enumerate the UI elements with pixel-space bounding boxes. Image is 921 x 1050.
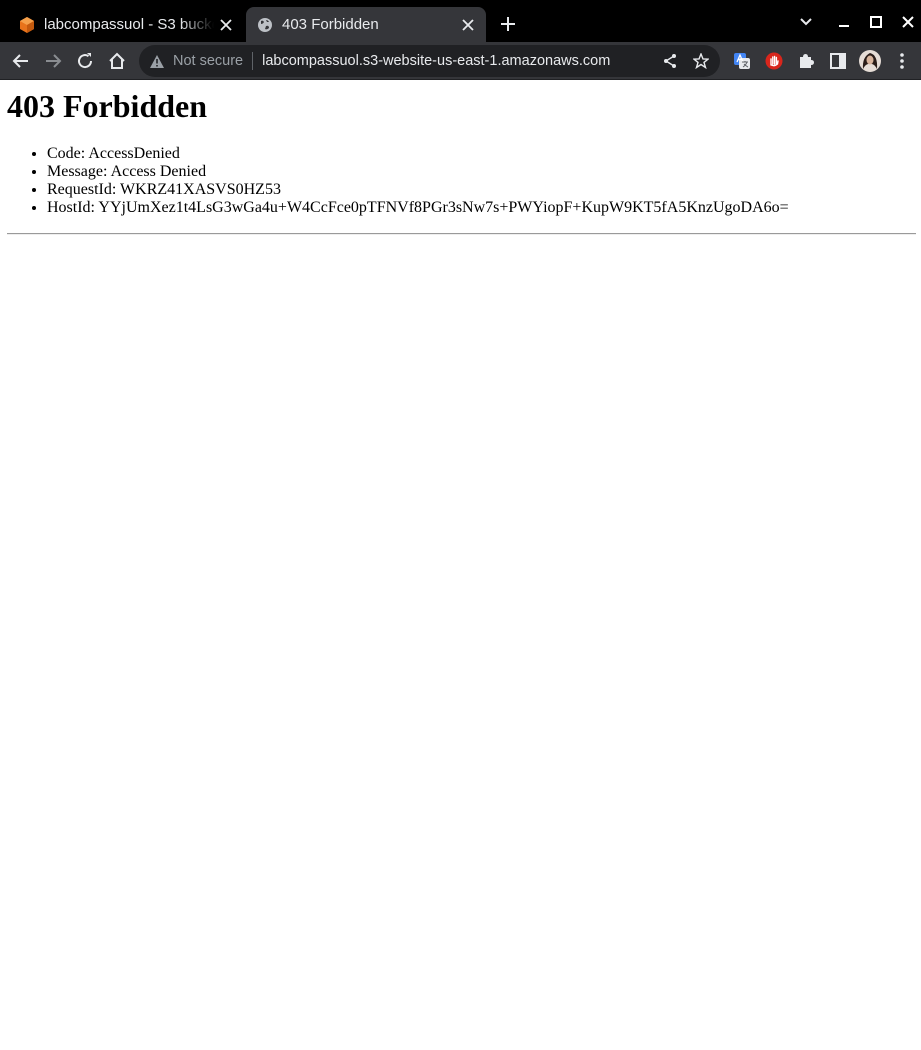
share-icon bbox=[664, 54, 676, 68]
divider bbox=[252, 52, 254, 70]
detail-label: HostId: bbox=[47, 199, 95, 216]
aws-s3-icon bbox=[18, 16, 36, 34]
star-icon bbox=[693, 53, 709, 69]
arrow-right-icon bbox=[46, 54, 62, 68]
url-text[interactable]: labcompassuol.s3-website-us-east-1.amazo… bbox=[262, 53, 658, 69]
tab-title: labcompassuol - S3 bucket bbox=[44, 16, 214, 33]
avatar-icon bbox=[859, 50, 881, 72]
plus-icon bbox=[501, 17, 515, 31]
maximize-icon bbox=[870, 16, 882, 28]
browser-toolbar: Not secure labcompassuol.s3-website-us-e… bbox=[0, 42, 921, 80]
arrow-left-icon bbox=[12, 54, 28, 68]
globe-icon bbox=[256, 16, 274, 34]
back-button[interactable] bbox=[8, 48, 34, 74]
list-item: Code: AccessDenied bbox=[47, 145, 789, 163]
kebab-menu-icon bbox=[900, 53, 904, 69]
side-panel-button[interactable] bbox=[826, 49, 850, 73]
google-translate-extension[interactable] bbox=[730, 49, 754, 73]
detail-value: Access Denied bbox=[110, 163, 207, 180]
detail-label: Message: bbox=[47, 163, 108, 180]
bookmark-button[interactable] bbox=[689, 49, 713, 73]
security-label[interactable]: Not secure bbox=[173, 53, 243, 69]
tab-s3-bucket[interactable]: labcompassuol - S3 bucket bbox=[8, 7, 244, 42]
extensions-button[interactable] bbox=[794, 49, 818, 73]
reload-button[interactable] bbox=[72, 48, 98, 74]
blocker-extension[interactable] bbox=[762, 49, 786, 73]
tab-403-forbidden[interactable]: 403 Forbidden bbox=[246, 7, 486, 42]
puzzle-icon bbox=[800, 54, 814, 68]
new-tab-button[interactable] bbox=[496, 12, 520, 36]
side-panel-icon bbox=[830, 53, 846, 69]
warning-icon[interactable] bbox=[149, 53, 165, 69]
home-button[interactable] bbox=[104, 48, 130, 74]
detail-value: YYjUmXez1t4LsG3wGa4u+W4CcFce0pTFNVf8PGr3… bbox=[98, 199, 789, 216]
forward-button[interactable] bbox=[40, 48, 66, 74]
detail-value: AccessDenied bbox=[88, 145, 180, 162]
tab-title: 403 Forbidden bbox=[282, 16, 379, 33]
profile-avatar[interactable] bbox=[858, 49, 882, 73]
list-item: HostId: YYjUmXez1t4LsG3wGa4u+W4CcFce0pTF… bbox=[47, 199, 789, 217]
minimize-button[interactable] bbox=[832, 10, 856, 34]
tab-search-button[interactable] bbox=[794, 10, 818, 34]
detail-label: Code: bbox=[47, 145, 86, 162]
close-window-button[interactable] bbox=[896, 10, 920, 34]
chevron-down-icon bbox=[800, 18, 812, 26]
page-content: 403 Forbidden Code: AccessDenied Message… bbox=[0, 81, 921, 1050]
maximize-button[interactable] bbox=[864, 10, 888, 34]
list-item: Message: Access Denied bbox=[47, 163, 789, 181]
list-item: RequestId: WKRZ41XASVS0HZ53 bbox=[47, 181, 789, 199]
horizontal-rule bbox=[7, 233, 916, 235]
reload-icon bbox=[78, 53, 93, 69]
error-details-list: Code: AccessDenied Message: Access Denie… bbox=[47, 145, 789, 217]
close-icon bbox=[902, 16, 914, 28]
detail-value: WKRZ41XASVS0HZ53 bbox=[120, 181, 281, 198]
home-icon bbox=[109, 52, 125, 69]
close-icon[interactable] bbox=[214, 13, 238, 37]
tab-strip: labcompassuol - S3 bucket 403 Forbidden bbox=[0, 0, 921, 42]
translate-icon bbox=[734, 53, 750, 69]
minimize-icon bbox=[839, 25, 849, 27]
address-bar[interactable]: Not secure labcompassuol.s3-website-us-e… bbox=[139, 45, 720, 77]
close-icon[interactable] bbox=[456, 13, 480, 37]
share-button[interactable] bbox=[658, 49, 682, 73]
stop-hand-icon bbox=[765, 52, 783, 70]
menu-button[interactable] bbox=[890, 49, 914, 73]
detail-label: RequestId: bbox=[47, 181, 117, 198]
page-title: 403 Forbidden bbox=[7, 88, 208, 124]
